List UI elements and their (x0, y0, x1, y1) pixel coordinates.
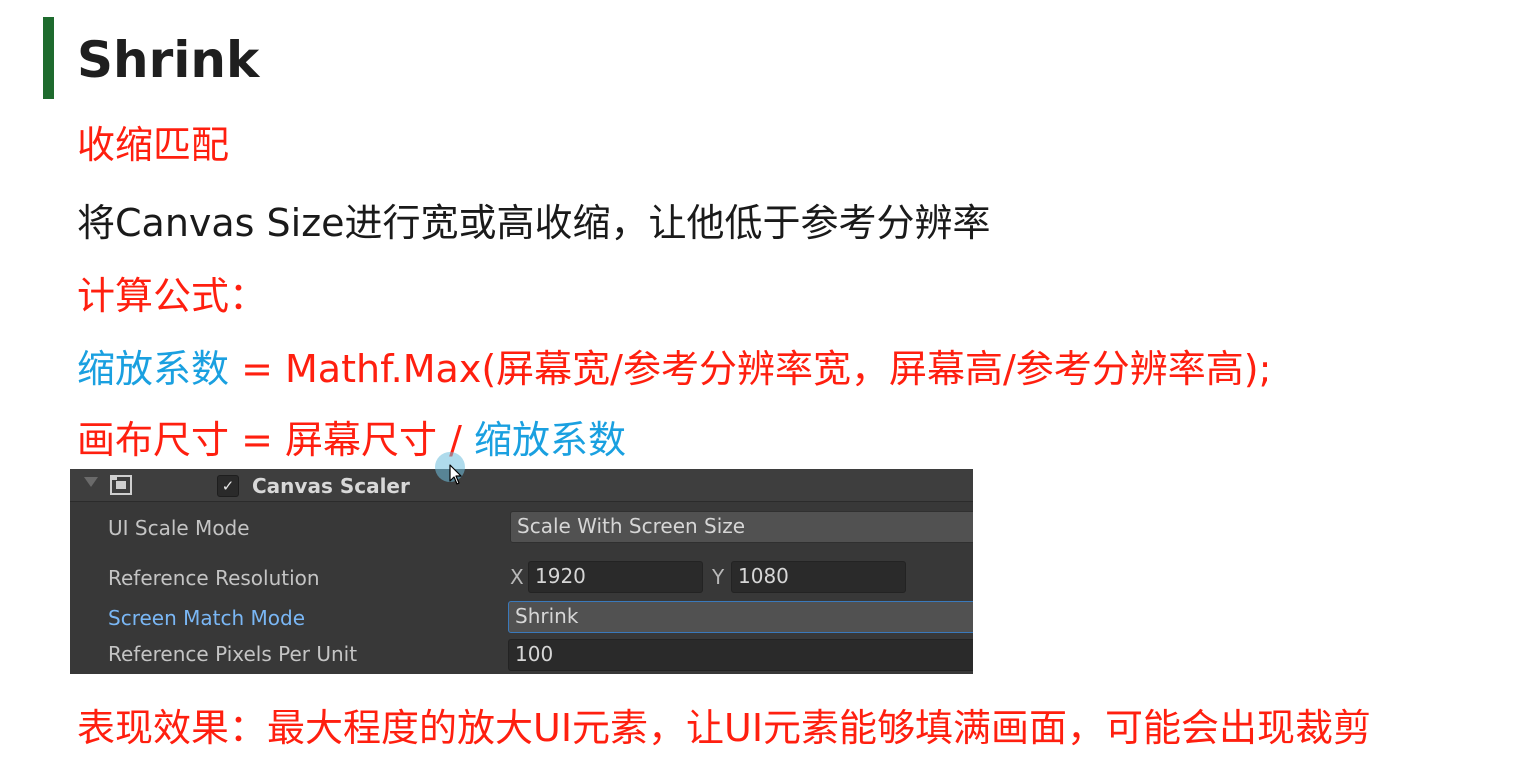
page-title: Shrink (77, 31, 260, 89)
reference-resolution-x-field[interactable]: 1920 (528, 561, 703, 593)
canvas-scaler-inspector: ✓ Canvas Scaler UI Scale Mode Scale With… (70, 469, 973, 674)
reference-pixels-per-unit-label: Reference Pixels Per Unit (108, 642, 358, 666)
component-header[interactable]: ✓ Canvas Scaler (70, 469, 973, 502)
formula-canvas-size: 画布尺寸 = 屏幕尺寸 / 缩放系数 (77, 416, 626, 464)
reference-resolution-x-label: X (510, 565, 524, 589)
title-accent-bar (43, 17, 54, 99)
formula-canvas-size-prefix: 画布尺寸 = 屏幕尺寸 / (77, 418, 474, 462)
ui-scale-mode-dropdown[interactable]: Scale With Screen Size (510, 511, 973, 543)
component-enabled-checkbox[interactable]: ✓ (217, 475, 239, 497)
reference-pixels-per-unit-field[interactable]: 100 (508, 639, 973, 671)
reference-resolution-y-label: Y (712, 565, 725, 589)
formula-scale-factor-name: 缩放系数 (77, 347, 230, 391)
formula-heading: 计算公式： (77, 274, 268, 318)
mouse-cursor-icon (449, 464, 462, 485)
canvas-scaler-icon (110, 475, 132, 495)
screen-match-mode-dropdown[interactable]: Shrink (508, 601, 973, 633)
formula-scale-factor-expression: = Mathf.Max(屏幕宽/参考分辨率宽，屏幕高/参考分辨率高); (229, 347, 1272, 391)
description: 将Canvas Size进行宽或高收缩，让他低于参考分辨率 (77, 201, 991, 245)
ui-scale-mode-label: UI Scale Mode (108, 516, 250, 540)
formula-canvas-size-factor: 缩放系数 (473, 418, 626, 462)
reference-resolution-y-field[interactable]: 1080 (731, 561, 906, 593)
component-name: Canvas Scaler (252, 474, 410, 498)
reference-resolution-label: Reference Resolution (108, 566, 320, 590)
formula-scale-factor: 缩放系数 = Mathf.Max(屏幕宽/参考分辨率宽，屏幕高/参考分辨率高); (77, 345, 1271, 393)
checkbox-check-icon: ✓ (221, 477, 235, 495)
subtitle: 收缩匹配 (77, 123, 230, 167)
screen-match-mode-label: Screen Match Mode (108, 606, 305, 630)
foldout-arrow-icon[interactable] (84, 477, 98, 487)
effect-description: 表现效果：最大程度的放大UI元素，让UI元素能够填满画面，可能会出现裁剪 (77, 706, 1372, 750)
